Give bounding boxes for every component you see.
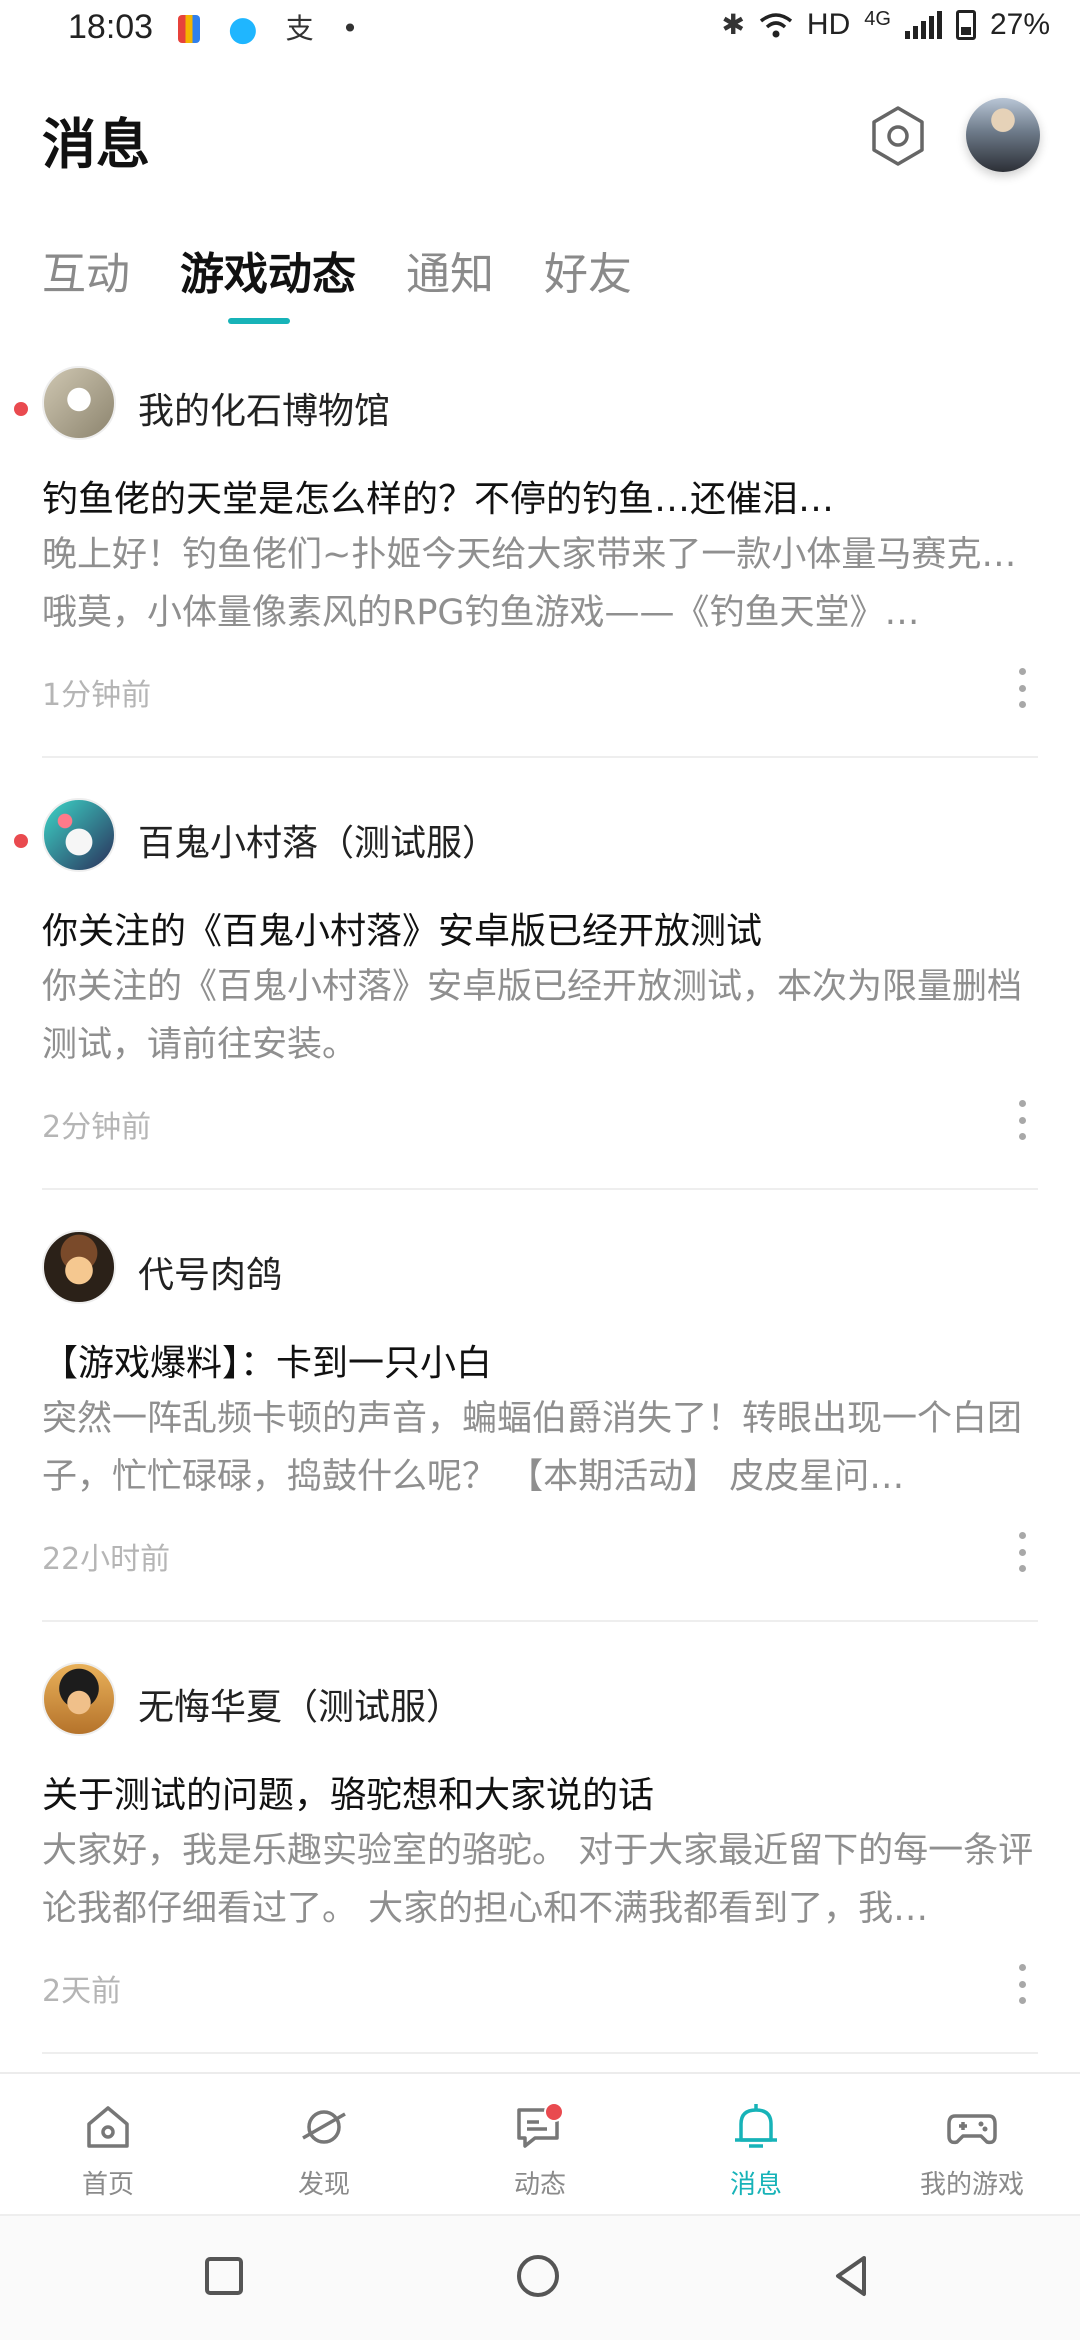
nav-feed[interactable]: 动态 (432, 2074, 648, 2214)
tab-notifications[interactable]: 通知 (406, 238, 494, 326)
game-avatar[interactable] (42, 366, 116, 440)
feed-body: 你关注的《百鬼小村落》安卓版已经开放测试，本次为限量删档测试，请前往安装。 (42, 967, 1023, 1065)
hd-label: HD (806, 8, 851, 41)
nav-label: 消息 (729, 2170, 782, 2200)
system-nav-bar (0, 2214, 1080, 2340)
game-name[interactable]: 我的化石博物馆 (138, 382, 390, 434)
divider (42, 756, 1038, 758)
tab-friends[interactable]: 好友 (544, 238, 632, 326)
nav-label: 我的游戏 (919, 2170, 1024, 2200)
gamepad-icon (947, 2114, 997, 2145)
divider (42, 1188, 1038, 1190)
nav-label: 首页 (81, 2170, 134, 2200)
settings-button[interactable] (866, 104, 930, 168)
home-icon (87, 2106, 129, 2148)
feed-item[interactable]: 百鬼小村落（测试服） 你关注的《百鬼小村落》安卓版已经开放测试 你关注的《百鬼小… (0, 798, 1080, 1230)
network-type-label: 4G (864, 8, 891, 30)
bell-icon (735, 2104, 777, 2148)
feed-title: 钓鱼佬的天堂是怎么样的？不停的钓鱼…还催泪… (42, 479, 835, 520)
battery-icon (955, 10, 976, 40)
alipay-icon: 支 (285, 12, 314, 45)
status-bar: 18:03 ● 支 • ✱ HD 4G 27% (0, 0, 1080, 60)
more-options-icon[interactable] (1010, 668, 1034, 708)
planet-icon (302, 2110, 346, 2144)
home-button[interactable] (508, 2246, 568, 2306)
feed-time: 1分钟前 (42, 678, 152, 713)
feed-time: 22小时前 (42, 1542, 171, 1577)
feed-title: 【游戏爆料】：卡到一只小白 (42, 1343, 493, 1384)
more-options-icon[interactable] (1010, 1100, 1034, 1140)
feed-title: 你关注的《百鬼小村落》安卓版已经开放测试 (42, 911, 763, 952)
nav-home[interactable]: 首页 (0, 2074, 216, 2214)
feed-body: 突然一阵乱频卡顿的声音，蝙蝠伯爵消失了！转眼出现一个白团子，忙忙碌碌，捣鼓什么呢… (42, 1399, 1023, 1497)
app-notification-icon (178, 15, 200, 43)
user-avatar[interactable] (966, 98, 1040, 172)
feed-title: 关于测试的问题，骆驼想和大家说的话 (42, 1775, 655, 1816)
signal-icon (904, 11, 942, 39)
nav-my-games[interactable]: 我的游戏 (864, 2074, 1080, 2214)
feed-item[interactable]: 我的化石博物馆 钓鱼佬的天堂是怎么样的？不停的钓鱼…还催泪… 晚上好！钓鱼佬们~… (0, 366, 1080, 798)
notification-icons: ● 支 • (178, 12, 358, 46)
battery-percent: 27% (989, 8, 1050, 41)
unread-dot (14, 402, 28, 416)
new-activity-badge (544, 2102, 564, 2122)
tab-interaction[interactable]: 互动 (42, 238, 130, 326)
system-status: ✱ HD 4G 27% (721, 8, 1050, 42)
nav-label: 动态 (513, 2170, 566, 2200)
game-name[interactable]: 代号肉鸽 (138, 1246, 282, 1298)
more-notifications-icon: • (341, 12, 359, 45)
feed-time: 2天前 (42, 1974, 122, 2009)
message-feed: 我的化石博物馆 钓鱼佬的天堂是怎么样的？不停的钓鱼…还催泪… 晚上好！钓鱼佬们~… (0, 366, 1080, 2094)
game-avatar[interactable] (42, 798, 116, 872)
tab-bar: 互动 游戏动态 通知 好友 (42, 238, 632, 326)
page-title: 消息 (42, 113, 150, 176)
unread-dot (14, 834, 28, 848)
more-options-icon[interactable] (1010, 1532, 1034, 1572)
bottom-nav: 首页 发现 动态 消息 我的游戏 (0, 2072, 1080, 2214)
nav-discover[interactable]: 发现 (216, 2074, 432, 2214)
feed-time: 2分钟前 (42, 1110, 152, 1145)
game-name[interactable]: 无悔华夏（测试服） (138, 1678, 462, 1730)
feed-body: 大家好，我是乐趣实验室的骆驼。 对于大家最近留下的每一条评论我都仔细看过了。 大… (42, 1831, 1034, 1929)
feed-item[interactable]: 无悔华夏（测试服） 关于测试的问题，骆驼想和大家说的话 大家好，我是乐趣实验室的… (0, 1662, 1080, 2094)
back-button[interactable] (822, 2246, 882, 2306)
game-name[interactable]: 百鬼小村落（测试服） (138, 814, 498, 866)
bluetooth-icon: ✱ (721, 9, 745, 40)
divider (42, 2052, 1038, 2054)
recent-apps-button[interactable] (194, 2246, 254, 2306)
game-avatar[interactable] (42, 1230, 116, 1304)
game-avatar[interactable] (42, 1662, 116, 1736)
nav-messages[interactable]: 消息 (648, 2074, 864, 2214)
more-options-icon[interactable] (1010, 1964, 1034, 2004)
divider (42, 1620, 1038, 1622)
nav-label: 发现 (297, 2170, 350, 2200)
qq-icon: ● (228, 9, 258, 49)
feed-body: 晚上好！钓鱼佬们~扑姬今天给大家带来了一款小体量马赛克…哦莫，小体量像素风的RP… (42, 535, 1017, 633)
tab-game-news[interactable]: 游戏动态 (180, 238, 356, 326)
wifi-icon (759, 13, 793, 38)
status-time: 18:03 (68, 8, 154, 46)
feed-item[interactable]: 代号肉鸽 【游戏爆料】：卡到一只小白 突然一阵乱频卡顿的声音，蝙蝠伯爵消失了！转… (0, 1230, 1080, 1662)
active-tab-indicator (228, 318, 290, 324)
